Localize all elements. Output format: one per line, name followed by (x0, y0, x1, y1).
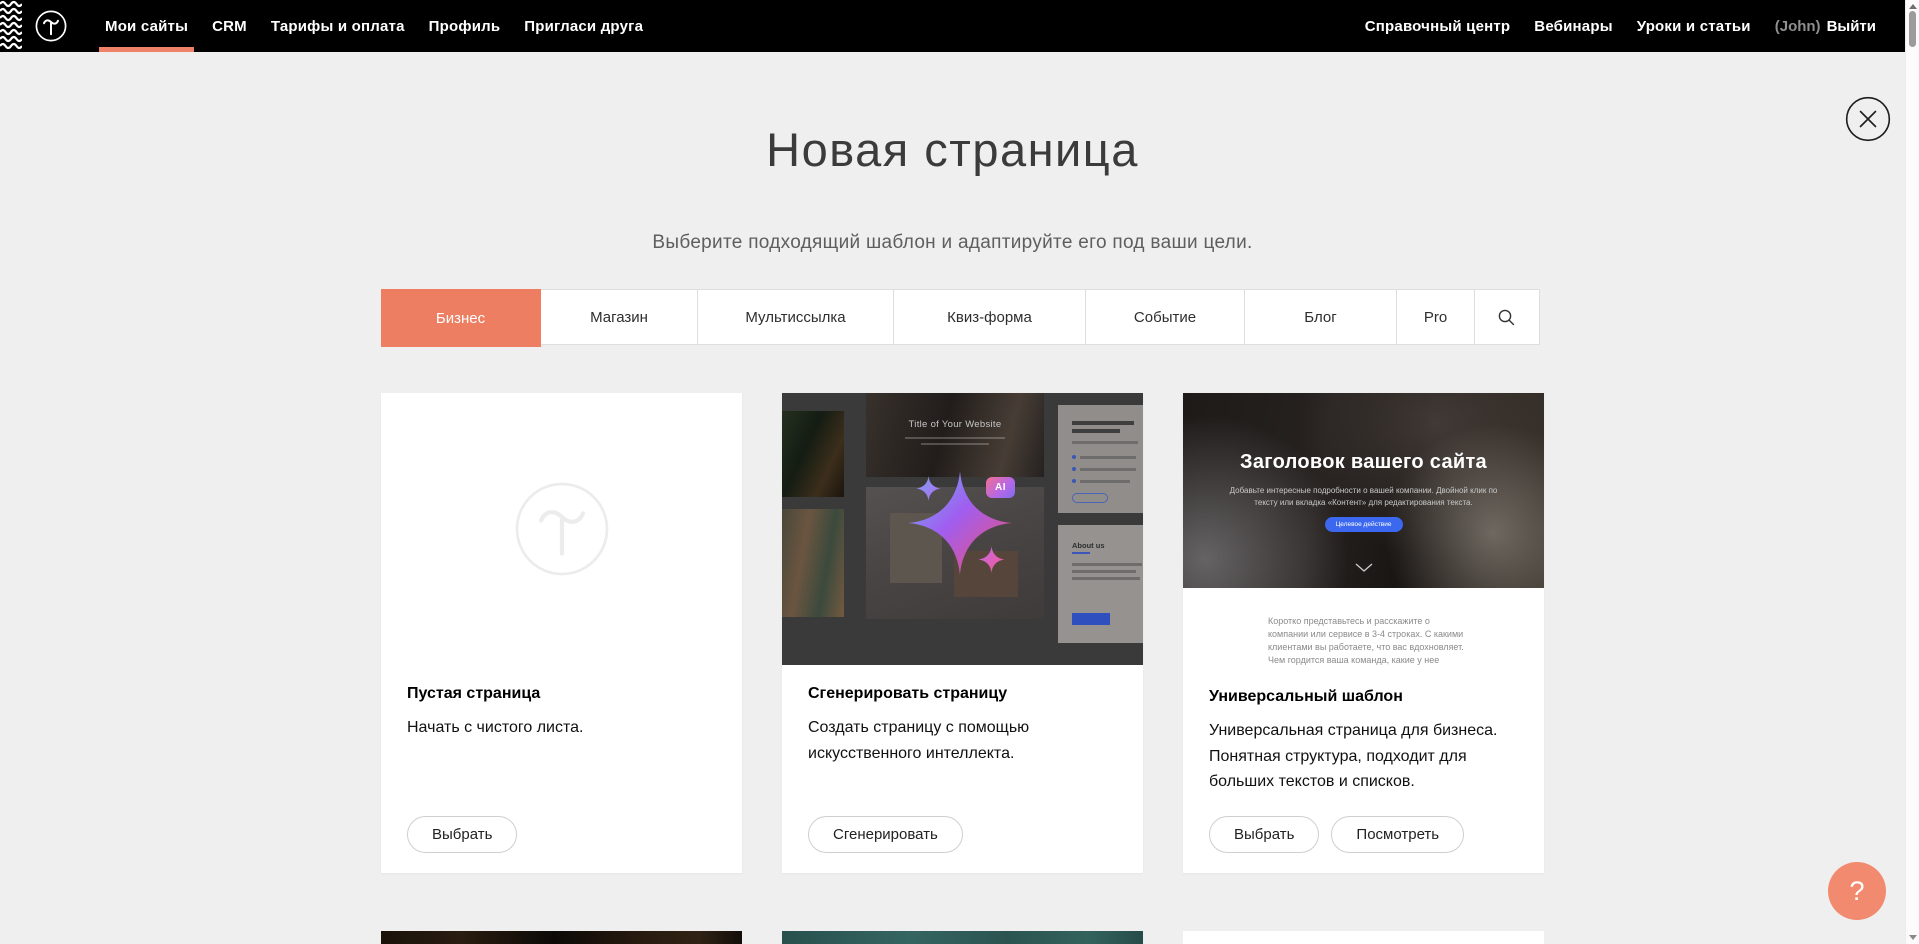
tilda-watermark-icon (514, 481, 610, 577)
scrollbar-down-arrow-icon[interactable] (1909, 935, 1917, 940)
preview-subheading: Добавьте интересные подробности о вашей … (1225, 485, 1502, 509)
nav-item-crm[interactable]: CRM (200, 0, 259, 52)
chevron-down-icon (1355, 563, 1373, 572)
view-button[interactable]: Посмотреть (1331, 816, 1464, 853)
card-description: Создать страницу с помощью искусственног… (808, 715, 1117, 766)
card-title: Сгенерировать страницу (808, 685, 1117, 703)
card-body: Универсальный шаблон Универсальная стран… (1183, 668, 1544, 873)
card-title: Универсальный шаблон (1209, 688, 1518, 706)
tab-pro[interactable]: Pro (1397, 290, 1475, 344)
preview-hero: Заголовок вашего сайта Добавьте интересн… (1183, 393, 1544, 588)
template-category-tabs: Бизнес Магазин Мультиссылка Квиз-форма С… (381, 289, 1540, 345)
card-actions: Выбрать Посмотреть (1209, 816, 1518, 853)
scrollbar-thumb[interactable] (1909, 11, 1916, 47)
card-body: Пустая страница Начать с чистого листа. … (381, 665, 742, 873)
card-description: Начать с чистого листа. (407, 715, 716, 741)
user-name: (John) (1775, 18, 1821, 35)
zigzag-pattern (0, 0, 22, 52)
nav-item-help-center[interactable]: Справочный центр (1353, 0, 1523, 52)
tab-blog[interactable]: Блог (1245, 290, 1397, 344)
nav-item-lessons[interactable]: Уроки и статьи (1625, 0, 1763, 52)
card-body: Сгенерировать страницу Создать страницу … (782, 665, 1143, 873)
tab-search[interactable] (1475, 290, 1538, 344)
close-icon[interactable] (1845, 96, 1891, 142)
tilda-logo-icon[interactable] (35, 10, 67, 42)
ai-preview-collage: Title of Your Website (782, 393, 1143, 665)
navbar-left-menu: Мои сайты CRM Тарифы и оплата Профиль Пр… (93, 0, 655, 52)
tab-multilink[interactable]: Мультиссылка (698, 290, 894, 344)
tab-business[interactable]: Бизнес (381, 289, 541, 347)
scrollbar[interactable] (1905, 0, 1919, 944)
tab-event[interactable]: Событие (1086, 290, 1245, 344)
preview-body-text: Коротко представьтесь и расскажите о ком… (1268, 615, 1466, 668)
template-cards-row-partial (381, 931, 1544, 944)
card-universal-template: Заголовок вашего сайта Добавьте интересн… (1183, 393, 1544, 873)
nav-item-invite-friend[interactable]: Пригласи друга (512, 0, 655, 52)
navbar-right-menu: Справочный центр Вебинары Уроки и статьи… (1353, 0, 1876, 52)
card-actions: Сгенерировать (808, 816, 1117, 853)
card-preview-partial[interactable] (1183, 931, 1544, 944)
card-ai-generate: Title of Your Website (782, 393, 1143, 873)
card-preview-partial[interactable] (381, 931, 742, 944)
template-cards-row: Пустая страница Начать с чистого листа. … (381, 393, 1544, 873)
select-button[interactable]: Выбрать (407, 816, 517, 853)
user-area: (John) Выйти (1763, 0, 1876, 52)
nav-item-profile[interactable]: Профиль (417, 0, 513, 52)
card-actions: Выбрать (407, 816, 716, 853)
card-title: Пустая страница (407, 685, 716, 703)
scrollbar-up-arrow-icon[interactable] (1909, 4, 1917, 9)
ai-sparkles-icon (782, 393, 1143, 665)
tab-quiz-form[interactable]: Квиз-форма (894, 290, 1086, 344)
page-title: Новая страница (0, 122, 1905, 177)
preview-cta-button: Целевое действие (1325, 517, 1403, 532)
card-preview-partial[interactable] (782, 931, 1143, 944)
select-button[interactable]: Выбрать (1209, 816, 1319, 853)
top-navbar: Мои сайты CRM Тарифы и оплата Профиль Пр… (0, 0, 1905, 52)
universal-template-preview: Заголовок вашего сайта Добавьте интересн… (1183, 393, 1544, 668)
nav-item-pricing[interactable]: Тарифы и оплата (259, 0, 417, 52)
tab-shop[interactable]: Магазин (541, 290, 698, 344)
card-blank-page: Пустая страница Начать с чистого листа. … (381, 393, 742, 873)
search-icon (1497, 308, 1516, 327)
generate-button[interactable]: Сгенерировать (808, 816, 963, 853)
page-subtitle: Выберите подходящий шаблон и адаптируйте… (0, 232, 1905, 254)
nav-item-my-sites[interactable]: Мои сайты (93, 0, 200, 52)
help-button[interactable]: ? (1828, 862, 1886, 920)
nav-item-webinars[interactable]: Вебинары (1522, 0, 1624, 52)
preview-heading: Заголовок вашего сайта (1183, 451, 1544, 474)
ai-badge: AI (986, 477, 1015, 498)
card-description: Универсальная страница для бизнеса. Поня… (1209, 718, 1518, 795)
screen: Мои сайты CRM Тарифы и оплата Профиль Пр… (0, 0, 1919, 944)
blank-page-preview (381, 393, 742, 665)
logout-link[interactable]: Выйти (1827, 18, 1876, 35)
